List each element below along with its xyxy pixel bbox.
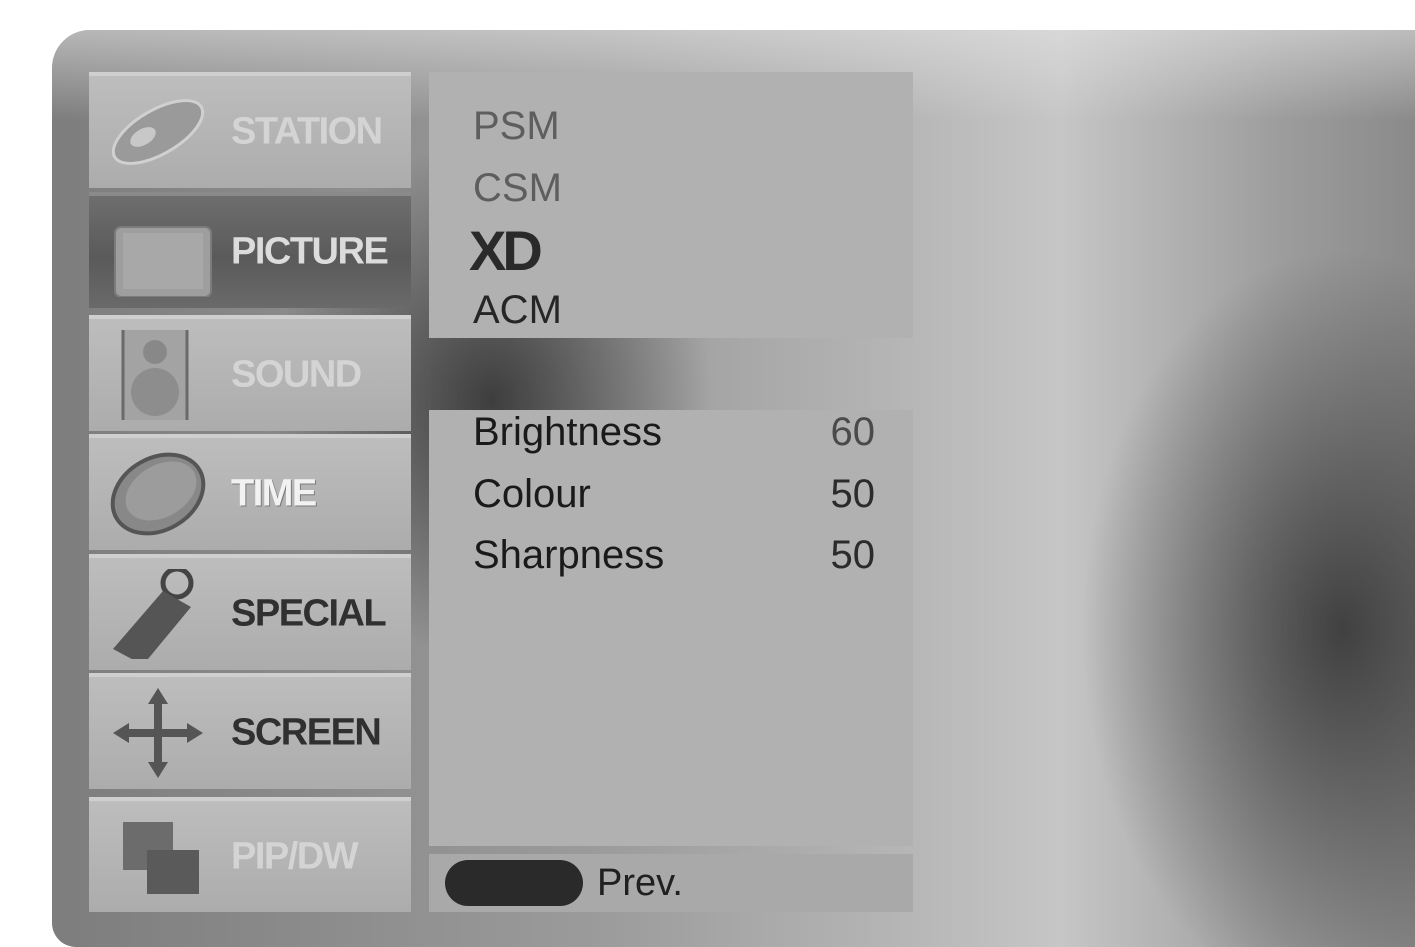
clock-icon: [110, 452, 206, 536]
prev-label: Prev.: [597, 862, 683, 904]
brightness-label: Brightness: [473, 410, 662, 454]
satellite-dish-icon: [111, 99, 205, 165]
pip-windows-icon: [123, 821, 199, 894]
menu-label-station: STATION: [231, 110, 383, 153]
tv-screen-icon: [114, 226, 212, 297]
menu-item-pip-dw[interactable]: PIP/DW: [89, 797, 411, 912]
svg-text:XD: XD: [469, 224, 541, 276]
prev-button-pill[interactable]: [445, 860, 583, 906]
move-arrows-icon: [113, 688, 203, 778]
sharpness-value: 50: [830, 533, 876, 577]
menu-item-time[interactable]: TIME: [89, 434, 411, 550]
submenu-item-acm[interactable]: ACM: [473, 288, 562, 333]
menu-item-sound[interactable]: SOUND: [89, 315, 411, 431]
xd-logo[interactable]: XD: [469, 224, 589, 276]
picture-submenu-panel: PSM CSM XD ACM: [429, 72, 913, 338]
menu-item-station[interactable]: STATION: [89, 72, 411, 188]
colour-value: 50: [830, 472, 876, 516]
submenu-item-psm[interactable]: PSM: [473, 104, 560, 149]
menu-item-screen[interactable]: SCREEN: [89, 673, 411, 789]
menu-label-picture: PICTURE: [231, 230, 389, 273]
menu-label-sound: SOUND: [231, 353, 362, 396]
colour-label: Colour: [473, 472, 591, 516]
menu-label-screen: SCREEN: [231, 711, 382, 754]
sharpness-label: Sharpness: [473, 533, 665, 577]
tv-osd-menu: STATION PICTURE SOUND TIME SPECIAL SCREE…: [52, 30, 1415, 947]
adjustments-panel: Brightness 60 Colour 50 Sharpness 50: [429, 410, 913, 846]
submenu-item-csm[interactable]: CSM: [473, 166, 562, 211]
menu-label-special: SPECIAL: [231, 592, 387, 635]
speaker-icon: [121, 330, 189, 420]
menu-footer: Prev.: [429, 854, 913, 912]
brightness-value: 60: [830, 410, 876, 454]
menu-label-pip-dw: PIP/DW: [231, 835, 359, 877]
key-tag-icon: [113, 569, 194, 659]
menu-item-special[interactable]: SPECIAL: [89, 554, 411, 670]
menu-label-time: TIME: [231, 472, 317, 515]
menu-item-picture[interactable]: PICTURE: [89, 192, 411, 308]
